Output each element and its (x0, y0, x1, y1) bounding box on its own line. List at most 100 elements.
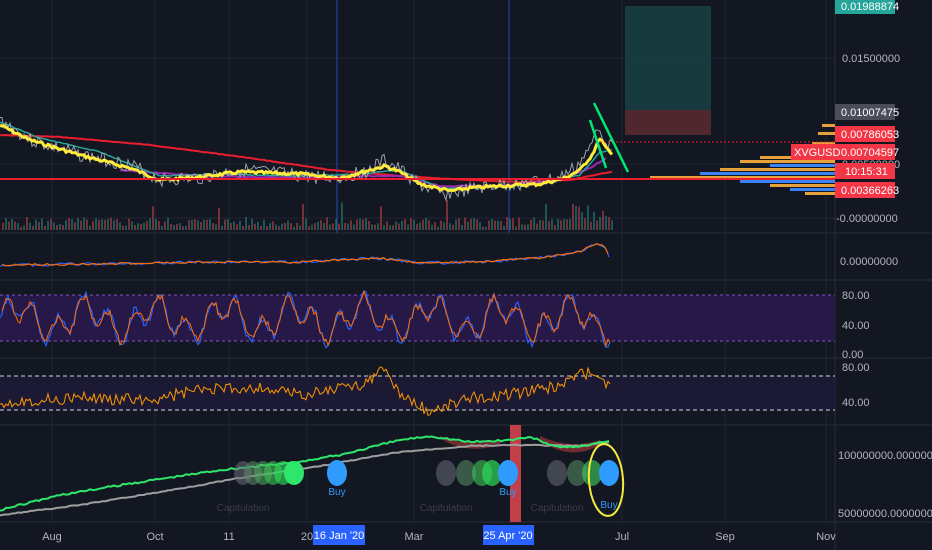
volume-bar (467, 221, 469, 230)
volume-bar (482, 226, 484, 230)
volume-bar (509, 218, 511, 230)
volume-bar (311, 224, 313, 230)
volume-bar (533, 217, 535, 230)
volume-bar (461, 225, 463, 230)
volume-bar (95, 217, 97, 230)
volume-bar (230, 222, 232, 230)
long-position-stop-zone[interactable] (625, 110, 711, 135)
volume-bar (161, 226, 163, 230)
volume-bar (101, 219, 103, 230)
time-label: Aug (42, 531, 62, 543)
volume-bar (134, 224, 136, 230)
volume-bar (392, 225, 394, 230)
volume-bar (170, 223, 172, 230)
volume-bar (575, 206, 577, 230)
volume-bar (281, 223, 283, 230)
price-tag-4: 0.00366263 (835, 182, 899, 198)
volume-bar (587, 205, 589, 230)
svg-text:0.00786053: 0.00786053 (841, 129, 899, 141)
volume-bar (83, 217, 85, 230)
volume-bar (434, 222, 436, 230)
buy-bubble-1 (327, 460, 347, 486)
volume-bar (425, 217, 427, 230)
volume-bar (221, 225, 223, 230)
rsi-axis-label: 80.00 (842, 362, 870, 374)
volume-bar (104, 219, 106, 230)
volume-bar (593, 211, 595, 230)
volume-bar (248, 225, 250, 230)
volume-bar (14, 221, 16, 230)
signal-label-2: Buy (328, 487, 345, 498)
volume-bar (530, 219, 532, 230)
price-axis-label: 0.01500000 (842, 53, 900, 65)
volume-bar (452, 224, 454, 230)
volume-bar (290, 223, 292, 230)
volume-bar (26, 217, 28, 230)
volume-bar (209, 218, 211, 230)
volume-bar (62, 224, 64, 230)
volume-bar (395, 221, 397, 230)
buy-bubble-2 (498, 460, 518, 486)
volume-bar (242, 226, 244, 230)
volume-bar (98, 219, 100, 230)
volume-bar (362, 219, 364, 230)
volume-bar (545, 204, 547, 230)
volume-bar (239, 220, 241, 230)
svg-text:0.00366263: 0.00366263 (841, 185, 899, 197)
volume-bar (182, 226, 184, 230)
volume-bar (536, 223, 538, 230)
signal-label-3: Capitulation (420, 503, 473, 514)
trading-chart[interactable]: Capitulation Buy Capitulation Buy Capitu… (0, 0, 932, 550)
buy-bubble-3 (599, 460, 619, 486)
volume-bar (353, 224, 355, 230)
volume-bar (113, 220, 115, 230)
volume-bar (38, 221, 40, 230)
volume-bar (236, 224, 238, 230)
volume-bar (251, 218, 253, 230)
volume-bar (107, 218, 109, 230)
volume-bar (155, 218, 157, 230)
volume-bar (296, 222, 298, 230)
volume-bar (203, 219, 205, 230)
volume-bar (413, 219, 415, 230)
volume-bar (548, 221, 550, 230)
volume-bar (473, 218, 475, 230)
volume-bar (386, 221, 388, 230)
volume-bar (287, 220, 289, 230)
volume-bar (74, 222, 76, 230)
capitulation-bubbles-3 (547, 460, 602, 486)
volume-bar (173, 225, 175, 230)
volume-bar (92, 221, 94, 230)
volume-bar (35, 219, 37, 230)
svg-text:XVGUSD: XVGUSD (794, 147, 841, 159)
symbol-tag: XVGUSD (791, 144, 841, 160)
volume-bar (494, 220, 496, 230)
volume-bar (152, 206, 154, 230)
volume-bar (599, 217, 601, 230)
volume-bar (398, 223, 400, 230)
rsi-axis-label: 40.00 (842, 397, 870, 409)
volume-bar (557, 218, 559, 230)
volume-bar (131, 221, 133, 230)
volume-bar (140, 223, 142, 230)
long-position-target-zone[interactable] (625, 6, 711, 110)
volume-bar (275, 224, 277, 230)
volume-bar (194, 219, 196, 230)
volume-bar (17, 223, 19, 230)
volume-bar (491, 218, 493, 230)
volume-bar (341, 202, 343, 230)
volume-bar (146, 221, 148, 230)
stoch-band (0, 295, 835, 341)
time-label: Nov (816, 531, 836, 543)
stoch-axis-label: 40.00 (842, 320, 870, 332)
volume-bar (218, 207, 220, 230)
volume-bar (305, 218, 307, 230)
volume-bar (428, 220, 430, 230)
volume-bar (515, 226, 517, 230)
volume-bar (299, 225, 301, 230)
volume-bar (455, 219, 457, 230)
volume-bar (293, 226, 295, 230)
volume-bar (347, 223, 349, 230)
volume-bar (53, 222, 55, 230)
macd-axis-label: 0.00000000 (840, 256, 898, 268)
